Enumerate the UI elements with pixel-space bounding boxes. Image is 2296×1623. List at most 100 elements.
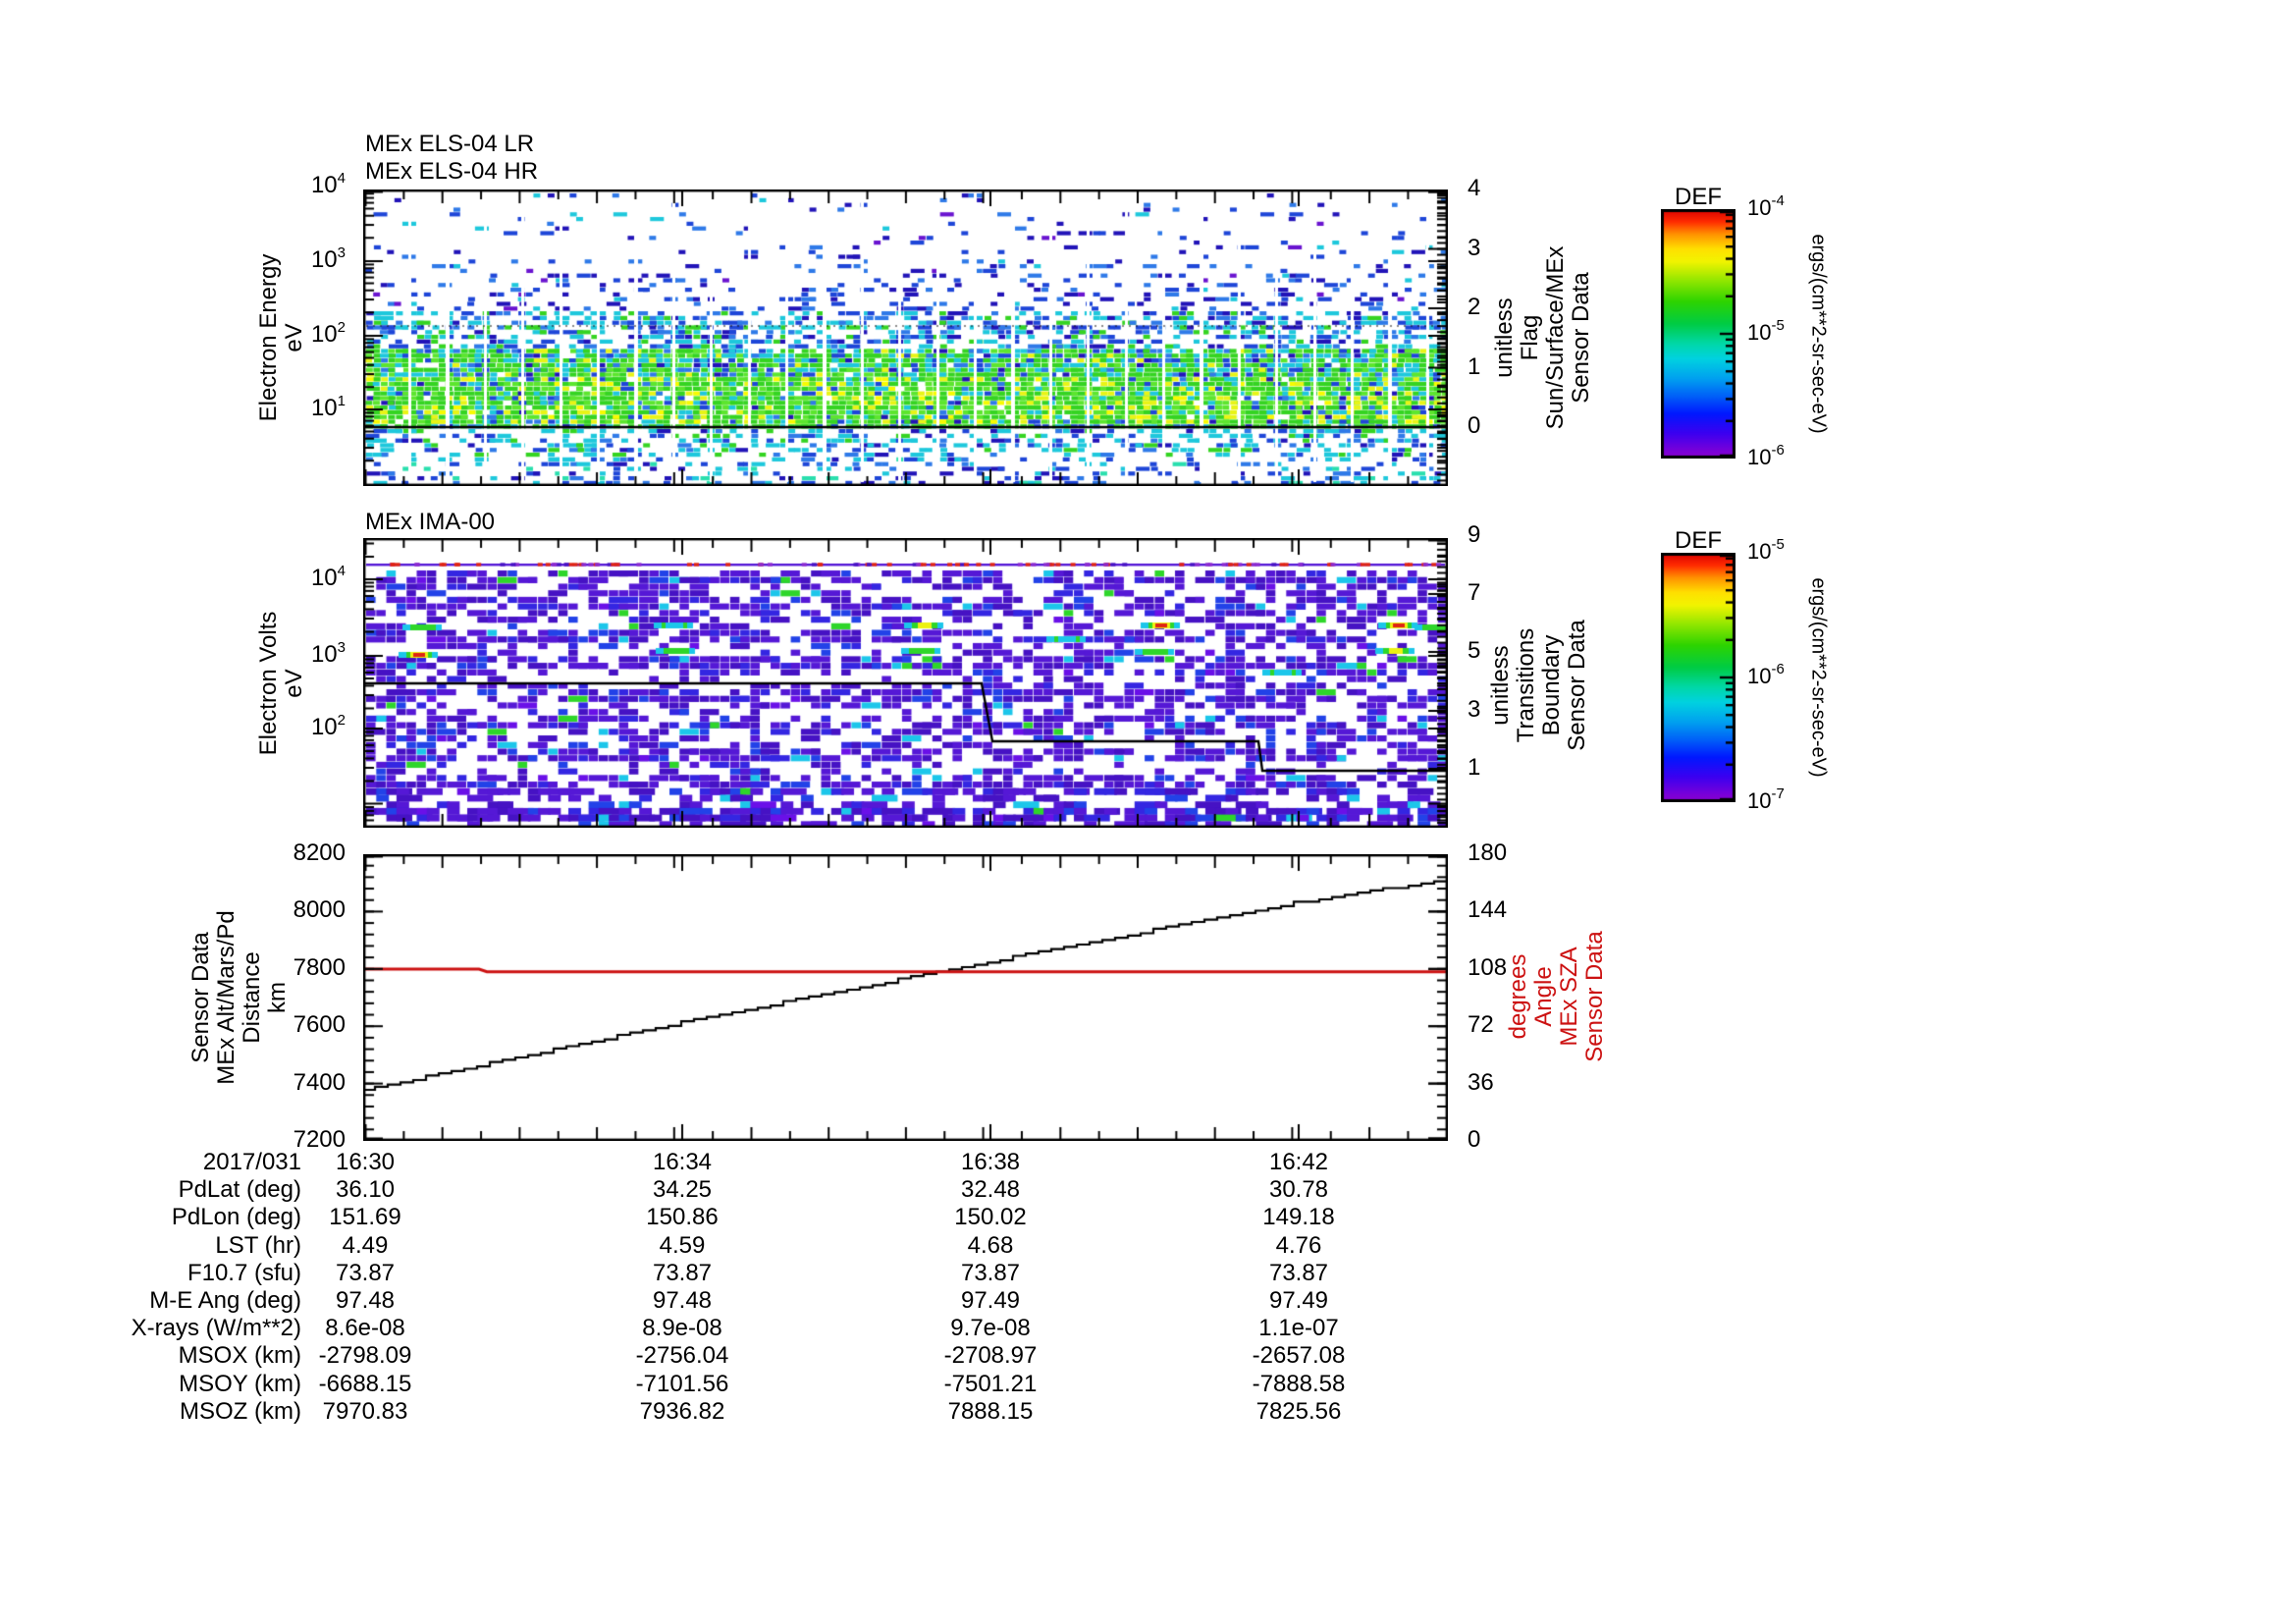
els-y-axis-label: Electron Energy eV [255,253,307,422]
table-value: 4.59 [659,1232,706,1259]
ima-right-axis-label-line: Sensor Data [1564,620,1590,751]
table-value: 4.76 [1275,1232,1322,1259]
colorbar-0-tick-label: 10-5 [1747,317,1785,345]
ephemeris-right-tick-label: 144 [1468,896,1508,924]
table-value: 73.87 [652,1260,713,1286]
table-value: 30.78 [1268,1176,1329,1203]
ephemeris-y-axis-label-line: MEx Alt/Mars/Pd [213,910,240,1085]
table-value: 8.6e-08 [325,1315,405,1341]
exponent: -6 [1771,661,1785,677]
ephemeris-line-panel-canvas [363,854,1448,1141]
sza-right-axis-label-line: Angle [1530,966,1557,1027]
ima-right-tick-label: 9 [1468,521,1481,548]
exponent: -5 [1771,317,1785,334]
table-value: 16:38 [960,1149,1021,1175]
table-value: 97.49 [960,1287,1021,1314]
els-spectrogram-panel [363,189,1448,486]
table-value: -2657.08 [1252,1342,1346,1369]
exponent: 3 [337,639,346,656]
els-spectrogram-panel-canvas [363,189,1448,486]
colorbar-0-tick-label: 10-6 [1747,442,1785,469]
els-left-tick-label: 104 [310,170,346,198]
ima-spectrogram-panel [363,538,1448,828]
table-value: 34.25 [652,1176,713,1203]
table-value: 73.87 [1268,1260,1329,1286]
ima-left-tick-label: 104 [310,563,346,591]
colorbar-1-tick-label: 10-7 [1747,785,1785,813]
colorbar-1-title: DEF [1675,527,1722,554]
sza-right-axis-label: degrees Angle MEx SZA Sensor Data [1505,931,1608,1062]
ima-title: MEx IMA-00 [365,509,496,535]
table-value: 7936.82 [639,1398,725,1425]
table-value: 16:30 [335,1149,396,1175]
colorbar-0-units: ergs/(cm**2-sr-sec-eV) [1807,234,1830,434]
ephemeris-right-tick-label: 180 [1468,839,1508,866]
table-value: -2798.09 [318,1342,412,1369]
sza-right-axis-label-line: degrees [1505,953,1531,1040]
sza-right-axis-label-line: Sensor Data [1581,931,1608,1062]
exponent: -5 [1771,536,1785,553]
exponent: 4 [337,563,346,579]
els-right-tick-label: 4 [1468,175,1481,201]
colorbar-0 [1661,209,1735,459]
els-right-axis-label-line: Sun/Surface/MEx [1542,245,1569,430]
ima-right-axis-label-line: unitless [1487,645,1514,726]
table-value: -7888.58 [1252,1371,1346,1397]
exponent: -6 [1771,442,1785,459]
ima-right-tick-label: 1 [1468,754,1481,781]
ephemeris-y-axis-label-line: Distance [239,951,265,1044]
table-value: 9.7e-08 [950,1315,1031,1341]
colorbar-1-units: ergs/(cm**2-sr-sec-eV) [1807,577,1830,778]
table-value: 16:34 [652,1149,713,1175]
ima-right-axis-label-line: Transitions [1513,627,1539,743]
els-title-lr: MEx ELS-04 LR [365,131,535,157]
sza-right-axis-label-line: MEx SZA [1556,947,1582,1047]
ephemeris-y-axis-label-line: Sensor Data [187,932,214,1063]
table-value: 73.87 [335,1260,396,1286]
table-value: 36.10 [335,1176,396,1203]
ephemeris-right-tick-label: 36 [1468,1068,1494,1096]
table-value: 1.1e-07 [1258,1315,1339,1341]
table-value: 4.49 [342,1232,389,1259]
els-right-axis-label: unitless Flag Sun/Surface/MEx Sensor Data [1491,245,1594,430]
ephemeris-right-tick-label: 0 [1468,1126,1481,1153]
exponent: -4 [1771,192,1785,209]
els-y-axis-label-line: Electron Energy [255,253,282,422]
els-title-hr: MEx ELS-04 HR [365,158,539,185]
table-value: 7825.56 [1255,1398,1342,1425]
table-value: -7101.56 [635,1371,729,1397]
exponent: 2 [337,712,346,729]
table-value: 97.49 [1268,1287,1329,1314]
table-value: 73.87 [960,1260,1021,1286]
table-value: 32.48 [960,1176,1021,1203]
ephemeris-y-axis-label-line: km [264,982,291,1013]
table-value: 150.86 [646,1204,719,1230]
ima-y-axis-label-line: Electron Volts [255,611,282,756]
exponent: 1 [337,393,346,409]
exponent: 3 [337,244,346,261]
table-value: 97.48 [652,1287,713,1314]
colorbar-1-canvas [1661,553,1735,802]
table-value: 7888.15 [947,1398,1034,1425]
table-value: -7501.21 [943,1371,1038,1397]
ima-right-axis-label-line: Boundary [1538,634,1565,736]
table-value: -2708.97 [943,1342,1038,1369]
exponent: 4 [337,170,346,187]
els-right-axis-label-line: Flag [1517,314,1543,361]
table-value: -2756.04 [635,1342,729,1369]
table-value: 97.48 [335,1287,396,1314]
table-value: 8.9e-08 [642,1315,722,1341]
table-value: 149.18 [1262,1204,1335,1230]
ima-y-axis-label-line: eV [281,669,307,698]
colorbar-0-tick-label: 10-4 [1747,192,1785,220]
colorbar-0-title: DEF [1675,184,1722,210]
table-value: 7970.83 [322,1398,408,1425]
els-right-axis-label-line: unitless [1491,298,1518,378]
colorbar-1-tick-label: 10-6 [1747,661,1785,688]
ima-right-tick-label: 7 [1468,579,1481,606]
ephemeris-line-panel [363,854,1448,1141]
mex-data-figure: MEx ELS-04 LR MEx ELS-04 HR MEx IMA-00 1… [0,0,2296,1623]
table-value: 151.69 [329,1204,401,1230]
ima-y-axis-label: Electron Volts eV [255,611,307,756]
table-value: -6688.15 [318,1371,412,1397]
